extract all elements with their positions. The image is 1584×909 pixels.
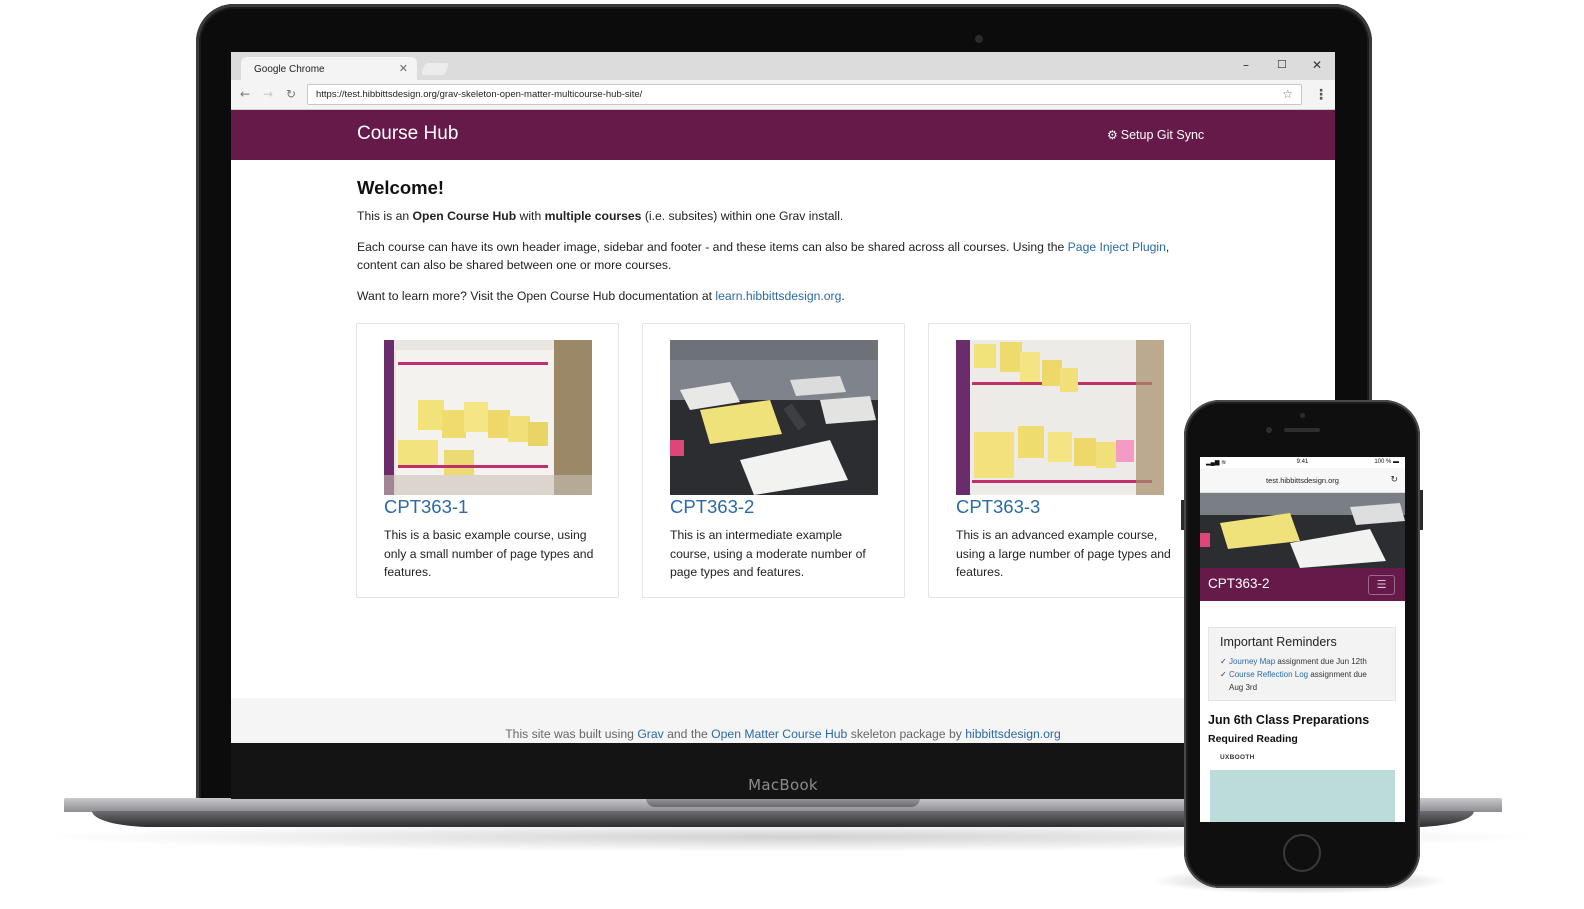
- laptop-notch: [646, 798, 920, 807]
- docs-paragraph: Want to learn more? Visit the Open Cours…: [357, 287, 1209, 306]
- check-icon: ✓: [1220, 657, 1229, 666]
- git-sync-label: Setup Git Sync: [1120, 128, 1205, 142]
- browser-toolbar: ← → ↻ https://test.hibbittsdesign.org/gr…: [231, 80, 1335, 110]
- hibbittsdesign-link[interactable]: hibbittsdesign.org: [965, 727, 1061, 741]
- gear-icon: ⚙: [1107, 128, 1118, 142]
- course-description: This is an advanced example course, usin…: [956, 528, 1171, 579]
- sharing-text: Each course can have its own header imag…: [357, 239, 1068, 254]
- close-tab-icon[interactable]: ✕: [399, 62, 408, 75]
- source-label: UXBOOTH: [1220, 754, 1255, 761]
- sharing-paragraph: Each course can have its own header imag…: [357, 238, 1209, 275]
- reflection-log-link[interactable]: Course Reflection Log: [1229, 670, 1308, 679]
- laptop-brand-label: MacBook: [748, 776, 818, 794]
- site-footer: This site was built using Grav and the O…: [231, 698, 1335, 743]
- check-icon: ✓: [1220, 670, 1229, 679]
- docs-text: .: [841, 288, 845, 303]
- phone-course-title[interactable]: CPT363-2: [1208, 576, 1270, 591]
- page-title: Welcome!: [357, 177, 445, 198]
- phone-address-bar[interactable]: test.hibbittsdesign.org ↻: [1200, 468, 1405, 493]
- phone-url: test.hibbittsdesign.org: [1266, 476, 1339, 485]
- course-title-link[interactable]: CPT363-1: [384, 496, 468, 518]
- reload-icon[interactable]: ↻: [286, 87, 296, 101]
- laptop-camera: [975, 35, 983, 43]
- reminders-title: Important Reminders: [1220, 635, 1337, 649]
- page-inject-plugin-link[interactable]: Page Inject Plugin: [1068, 240, 1166, 254]
- course-card[interactable]: CPT363-1 This is a basic example course,…: [356, 323, 619, 598]
- browser-window: Google Chrome ✕ – ☐ ✕ ← → ↻ https://test…: [231, 52, 1335, 743]
- reload-icon[interactable]: ↻: [1390, 474, 1398, 485]
- hamburger-menu-icon[interactable]: ☰: [1368, 575, 1395, 595]
- intro-strong-courses: multiple courses: [544, 209, 642, 223]
- phone-header-image: [1200, 493, 1405, 568]
- course-image[interactable]: [956, 340, 1164, 495]
- forward-icon[interactable]: →: [263, 87, 273, 101]
- close-window-icon[interactable]: ✕: [1312, 58, 1322, 72]
- intro-paragraph: This is an Open Course Hub with multiple…: [357, 207, 1209, 226]
- maximize-icon[interactable]: ☐: [1277, 58, 1287, 71]
- intro-text: This is an: [357, 209, 413, 223]
- phone-power-button: [1420, 490, 1423, 530]
- docs-link[interactable]: learn.hibbittsdesign.org: [715, 289, 841, 303]
- course-description: This is an intermediate example course, …: [670, 528, 866, 579]
- course-title-link[interactable]: CPT363-3: [956, 496, 1040, 518]
- battery-indicator: 100 % ▬: [1374, 459, 1399, 465]
- phone-course-header: CPT363-2 ☰: [1200, 568, 1405, 601]
- course-image[interactable]: [384, 340, 592, 495]
- bookmark-star-icon[interactable]: ☆: [1282, 87, 1293, 101]
- phone-screen: ▂▄▆ ≋ 9:41 100 % ▬ test.hibbittsdesign.o…: [1200, 457, 1405, 822]
- home-button[interactable]: [1283, 834, 1321, 872]
- phone-camera: [1266, 427, 1272, 433]
- intro-text: (i.e. subsites) within one Grav install.: [641, 209, 844, 223]
- new-tab-button[interactable]: [420, 63, 450, 75]
- course-image[interactable]: [670, 340, 878, 495]
- back-icon[interactable]: ←: [240, 87, 250, 101]
- reminder-text: assignment due: [1308, 670, 1367, 679]
- reading-preview-image[interactable]: [1210, 770, 1395, 822]
- browser-tab[interactable]: Google Chrome ✕: [241, 57, 417, 81]
- tab-title: Google Chrome: [254, 64, 325, 75]
- reminder-item: ✓ Course Reflection Log assignment due: [1220, 668, 1392, 681]
- footer-text: This site was built using: [505, 727, 638, 741]
- course-description: This is a basic example course, using on…: [384, 528, 594, 579]
- site-title[interactable]: Course Hub: [357, 123, 458, 145]
- course-card[interactable]: CPT363-2 This is an intermediate example…: [642, 323, 905, 598]
- tab-bar: Google Chrome ✕ – ☐ ✕: [231, 52, 1335, 81]
- laptop-chin: MacBook: [231, 743, 1335, 799]
- reminders-box: Important Reminders ✓ Journey Map assign…: [1208, 627, 1396, 701]
- url-text: https://test.hibbittsdesign.org/grav-ske…: [316, 89, 643, 100]
- course-title-link[interactable]: CPT363-2: [670, 496, 754, 518]
- battery-text: 100 %: [1374, 459, 1392, 465]
- phone-sensor: [1300, 413, 1305, 418]
- course-card[interactable]: CPT363-3 This is an advanced example cou…: [928, 323, 1191, 598]
- site-header: Course Hub ⚙ Setup Git Sync: [231, 110, 1335, 160]
- address-bar[interactable]: https://test.hibbittsdesign.org/grav-ske…: [307, 84, 1302, 105]
- docs-text: Want to learn more? Visit the Open Cours…: [357, 288, 716, 303]
- menu-kebab-icon[interactable]: ⋮: [1314, 86, 1328, 103]
- phone-speaker: [1284, 428, 1320, 432]
- setup-git-sync-link[interactable]: ⚙ Setup Git Sync: [1107, 128, 1204, 142]
- journey-map-link[interactable]: Journey Map: [1229, 657, 1275, 666]
- footer-text: skeleton package by: [847, 727, 966, 741]
- reminder-continuation: Aug 3rd: [1229, 683, 1258, 692]
- section-subheading: Required Reading: [1208, 733, 1298, 745]
- intro-strong-hub: Open Course Hub: [412, 209, 517, 223]
- open-matter-link[interactable]: Open Matter Course Hub: [711, 727, 847, 741]
- intro-text: with: [516, 209, 545, 223]
- phone-device: ▂▄▆ ≋ 9:41 100 % ▬ test.hibbittsdesign.o…: [1184, 400, 1420, 888]
- main-content: Welcome! This is an Open Course Hub with…: [357, 176, 1209, 317]
- ios-status-bar: ▂▄▆ ≋ 9:41 100 % ▬: [1200, 457, 1405, 468]
- reminder-item: ✓ Journey Map assignment due Jun 12th: [1220, 655, 1392, 668]
- footer-text: and the: [663, 727, 712, 741]
- section-heading: Jun 6th Class Preparations: [1208, 713, 1370, 727]
- minimize-icon[interactable]: –: [1243, 58, 1249, 72]
- reminder-text: assignment due Jun 12th: [1275, 657, 1367, 666]
- footer-credit: This site was built using Grav and the O…: [231, 727, 1335, 741]
- grav-link[interactable]: Grav: [637, 727, 663, 741]
